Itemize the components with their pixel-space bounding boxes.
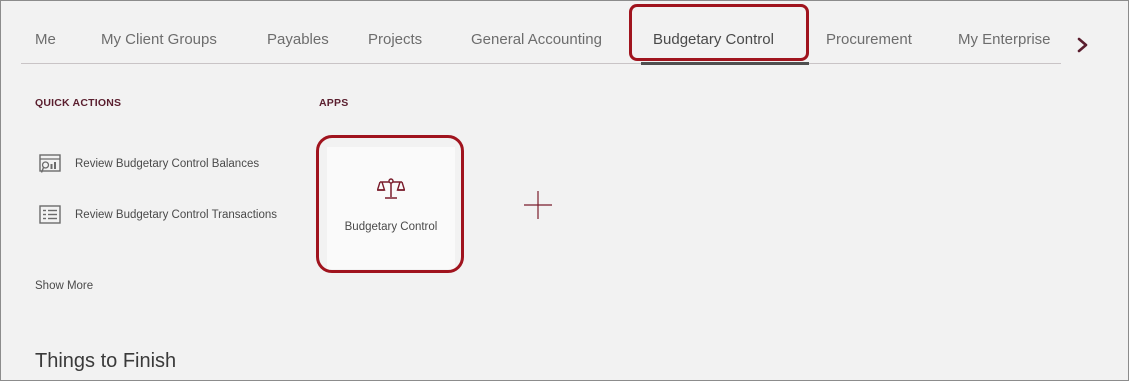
tab-general-accounting[interactable]: General Accounting [471,31,602,48]
quick-action-review-balances[interactable]: Review Budgetary Control Balances [39,152,259,176]
tab-budgetary-control[interactable]: Budgetary Control [653,31,774,48]
balances-report-icon [39,154,61,173]
tab-projects[interactable]: Projects [368,31,422,48]
scales-icon [377,178,405,199]
active-tab-indicator [641,62,809,65]
tab-payables[interactable]: Payables [267,31,329,48]
quick-action-review-transactions[interactable]: Review Budgetary Control Transactions [39,203,277,227]
show-more-link[interactable]: Show More [35,280,93,292]
transactions-list-icon [39,205,61,224]
things-to-finish-heading: Things to Finish [35,350,177,372]
chevron-right-icon[interactable] [1073,35,1093,55]
quick-actions-heading: QUICK ACTIONS [35,97,122,109]
page-frame: Me My Client Groups Payables Projects Ge… [0,0,1129,381]
tab-me[interactable]: Me [35,31,56,48]
tab-procurement[interactable]: Procurement [826,31,912,48]
plus-icon[interactable] [522,189,554,221]
quick-action-label: Review Budgetary Control Balances [75,158,260,170]
tab-my-enterprise[interactable]: My Enterprise [958,31,1051,48]
app-tile-budgetary-control[interactable]: Budgetary Control [327,147,455,269]
tab-my-client-groups[interactable]: My Client Groups [101,31,217,48]
quick-action-label: Review Budgetary Control Transactions [75,209,277,221]
app-tile-label: Budgetary Control [344,221,438,233]
apps-heading: APPS [319,97,349,109]
